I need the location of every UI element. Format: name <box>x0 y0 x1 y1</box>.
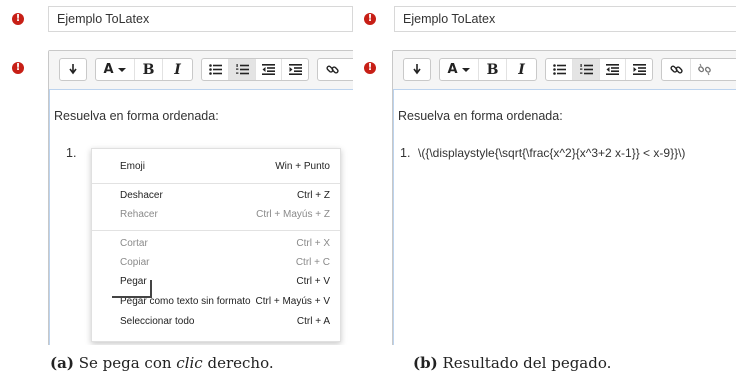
context-menu-item-copy: Copiar Ctrl + C <box>92 253 340 273</box>
toolbar-group <box>403 58 431 81</box>
toolbar-group: A B I <box>439 58 537 81</box>
editor-content[interactable]: Resuelva en forma ordenada: 1. \({\displ… <box>393 89 736 345</box>
context-menu: Emoji Win + Punto Deshacer Ctrl + Z Reha… <box>91 148 341 342</box>
link-button[interactable] <box>662 59 690 80</box>
unlink-icon <box>698 63 711 76</box>
menu-item-shortcut: Ctrl + A <box>296 316 330 327</box>
body-text: Resuelva en forma ordenada: <box>54 109 219 123</box>
italic-button[interactable]: I <box>506 59 536 80</box>
editor: A B I <box>392 50 736 345</box>
menu-item-shortcut: Ctrl + Mayús + Z <box>256 209 330 220</box>
numbered-list-button[interactable] <box>228 59 255 80</box>
bold-icon: B <box>486 61 499 78</box>
italic-icon: I <box>174 61 181 78</box>
italic-icon: I <box>518 61 525 78</box>
warning-icon: ! <box>364 13 376 25</box>
menu-item-shortcut: Win + Punto <box>275 161 330 172</box>
caption-emphasis: clic <box>176 354 203 372</box>
font-color-button[interactable]: A <box>96 59 134 80</box>
outdent-button[interactable] <box>598 59 626 80</box>
context-menu-item-undo[interactable]: Deshacer Ctrl + Z <box>92 186 340 206</box>
bullet-list-button[interactable] <box>546 59 572 80</box>
bullet-list-icon <box>552 64 566 75</box>
caption-text: Resultado del pegado. <box>442 354 612 372</box>
context-menu-item-cut: Cortar Ctrl + X <box>92 234 340 254</box>
menu-item-label: Copiar <box>120 257 150 268</box>
undo-arrow-icon <box>413 64 421 75</box>
bullet-list-icon <box>208 64 222 75</box>
editor-toolbar: A B I <box>393 51 736 90</box>
menu-item-shortcut: Ctrl + Mayús + V <box>255 296 330 307</box>
context-menu-item-select-all[interactable]: Seleccionar todo Ctrl + A <box>92 312 340 332</box>
toolbar-group <box>317 58 353 81</box>
warning-icon: ! <box>12 62 24 74</box>
name-field[interactable]: Ejemplo ToLatex <box>394 6 736 32</box>
outdent-button[interactable] <box>254 59 282 80</box>
list-item-latex: \({\displaystyle{\sqrt{\frac{x^2}{x^3+2 … <box>418 146 686 160</box>
undo-arrow-icon <box>69 64 77 75</box>
caption-letter: (a) <box>50 354 74 372</box>
indent-button[interactable] <box>281 59 308 80</box>
undo-arrow-button[interactable] <box>404 59 430 80</box>
outdent-icon <box>262 64 276 75</box>
link-button[interactable] <box>318 59 346 80</box>
numbered-list-button[interactable] <box>572 59 599 80</box>
font-color-button[interactable]: A <box>440 59 478 80</box>
chevron-down-icon <box>117 67 126 72</box>
warning-icon: ! <box>12 13 24 25</box>
toolbar-group <box>59 58 87 81</box>
bullet-list-button[interactable] <box>202 59 228 80</box>
italic-button[interactable]: I <box>162 59 192 80</box>
warning-icon: ! <box>364 62 376 74</box>
caption-b: (b) Resultado del pegado. <box>413 354 611 372</box>
menu-item-shortcut: Ctrl + V <box>296 276 330 287</box>
context-menu-item-emoji[interactable]: Emoji Win + Punto <box>92 157 340 177</box>
context-menu-item-redo: Rehacer Ctrl + Mayús + Z <box>92 205 340 225</box>
name-field[interactable]: Ejemplo ToLatex <box>48 6 353 32</box>
panel-a: ! Ejemplo ToLatex ! A B I Resuelva en fo… <box>0 0 353 345</box>
toolbar-group <box>661 58 736 81</box>
numbered-list-icon <box>235 64 249 75</box>
indent-button[interactable] <box>625 59 652 80</box>
bold-icon: B <box>142 61 155 78</box>
bold-button[interactable]: B <box>134 59 162 80</box>
chevron-down-icon <box>461 67 470 72</box>
caption-text: Se pega con <box>78 354 172 372</box>
link-icon <box>669 65 683 74</box>
undo-arrow-button[interactable] <box>60 59 86 80</box>
toolbar-group <box>201 58 309 81</box>
font-color-icon: A <box>103 62 114 77</box>
numbered-list-icon <box>579 64 593 75</box>
indent-icon <box>632 64 646 75</box>
menu-item-label: Seleccionar todo <box>120 316 195 327</box>
list-marker: 1. <box>66 146 77 160</box>
bold-button[interactable]: B <box>478 59 506 80</box>
panel-b: ! Ejemplo ToLatex ! A B I Resuelva en fo… <box>362 0 736 345</box>
unlink-button[interactable] <box>690 59 718 80</box>
menu-item-shortcut: Ctrl + C <box>295 257 330 268</box>
menu-item-shortcut: Ctrl + X <box>296 238 330 249</box>
outdent-icon <box>606 64 620 75</box>
indent-icon <box>288 64 302 75</box>
menu-item-label: Deshacer <box>120 190 163 201</box>
body-text: Resuelva en forma ordenada: <box>398 109 563 123</box>
caption-a: (a) Se pega con clic derecho. <box>50 354 274 372</box>
menu-item-label: Cortar <box>120 238 148 249</box>
caption-letter: (b) <box>413 354 438 372</box>
menu-separator <box>92 230 340 231</box>
menu-item-label: Rehacer <box>120 209 158 220</box>
toolbar-group: A B I <box>95 58 193 81</box>
toolbar-group <box>545 58 653 81</box>
click-indicator <box>112 280 152 298</box>
menu-separator <box>92 183 340 184</box>
editor-toolbar: A B I <box>49 51 353 90</box>
caption-text: derecho. <box>207 354 274 372</box>
font-color-icon: A <box>447 62 458 77</box>
menu-item-shortcut: Ctrl + Z <box>296 190 330 201</box>
link-icon <box>325 65 339 74</box>
menu-item-label: Emoji <box>120 161 146 172</box>
list-marker: 1. <box>400 146 411 160</box>
